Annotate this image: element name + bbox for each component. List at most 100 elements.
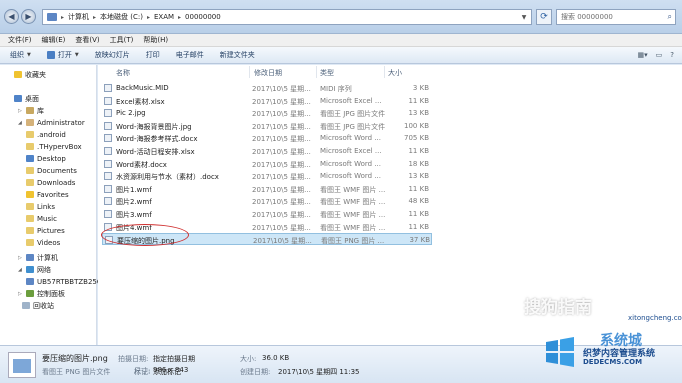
nav-folder-label: .android bbox=[37, 130, 66, 139]
file-row[interactable]: 图片3.wmf 2017\10\5 星期... 看图王 WMF 图片 ... 11 K… bbox=[102, 208, 432, 220]
nav-recycle-bin[interactable]: 回收站 bbox=[22, 300, 54, 311]
file-date: 2017\10\5 星期... bbox=[252, 122, 311, 131]
collapse-icon[interactable]: ◢ bbox=[18, 120, 23, 126]
new-folder-button[interactable]: 新建文件夹 bbox=[220, 50, 255, 60]
nav-favorites[interactable]: 收藏夹 bbox=[14, 69, 46, 80]
breadcrumb-local-disk[interactable]: 本地磁盘 (C:) bbox=[100, 12, 143, 22]
nav-network-pc[interactable]: UB57RTBBTZB25C bbox=[26, 276, 102, 287]
open-button[interactable]: 打开 ▼ bbox=[46, 50, 79, 60]
nav-network-pc-label: UB57RTBBTZB25C bbox=[37, 277, 102, 286]
nav-folder-videos[interactable]: Videos bbox=[26, 237, 60, 248]
details-date-taken-label: 拍摄日期: bbox=[118, 355, 149, 363]
nav-control-panel[interactable]: ▷ 控制面板 bbox=[18, 288, 65, 299]
file-name: Word素材.docx bbox=[116, 160, 167, 169]
column-divider[interactable] bbox=[316, 66, 317, 78]
nav-desktop[interactable]: 桌面 bbox=[14, 93, 39, 104]
file-list: 名称 修改日期 类型 大小 BackMusic.MID 2017\10\5 星期.… bbox=[98, 65, 682, 345]
file-row[interactable]: Excel素材.xlsx 2017\10\5 星期... Microsoft Exc… bbox=[102, 95, 432, 107]
nav-folder-downloads[interactable]: Downloads bbox=[26, 177, 75, 188]
menu-file[interactable]: 文件(F) bbox=[8, 35, 32, 45]
breadcrumb-folder[interactable]: 00000000 bbox=[185, 13, 221, 21]
file-row[interactable]: BackMusic.MID 2017\10\5 星期... MIDI 序列 3 KB bbox=[102, 82, 432, 94]
file-type: 看图王 WMF 图片 ... bbox=[320, 185, 386, 194]
nav-folder-music[interactable]: Music bbox=[26, 213, 57, 224]
file-date: 2017\10\5 星期... bbox=[252, 160, 311, 169]
file-row[interactable]: 要压缩的图片.png 2017\10\5 星期... 看图王 PNG 图片 ... 3… bbox=[102, 233, 432, 246]
search-input[interactable]: 搜索 00000000 ⌕ bbox=[556, 9, 676, 25]
email-button[interactable]: 电子邮件 bbox=[176, 50, 204, 60]
file-row[interactable]: Word-海报背景图片.jpg 2017\10\5 星期... 看图王 JPG 图片… bbox=[102, 120, 432, 132]
folder-icon bbox=[26, 227, 34, 234]
back-button[interactable]: ◀ bbox=[4, 9, 19, 24]
nav-folder-pictures[interactable]: Pictures bbox=[26, 225, 65, 236]
organize-button[interactable]: 组织 ▼ bbox=[10, 50, 31, 60]
file-row[interactable]: 图片2.wmf 2017\10\5 星期... 看图王 WMF 图片 ... 48 K… bbox=[102, 195, 432, 207]
view-options-icon[interactable]: ▦▾ bbox=[638, 51, 648, 59]
menu-edit[interactable]: 编辑(E) bbox=[42, 35, 66, 45]
details-date-taken-value[interactable]: 指定拍摄日期 bbox=[153, 354, 195, 364]
folder-icon bbox=[26, 215, 34, 222]
nav-folder-favorites[interactable]: Favorites bbox=[26, 189, 69, 200]
slideshow-button[interactable]: 放映幻灯片 bbox=[95, 50, 130, 60]
print-label: 打印 bbox=[145, 51, 160, 59]
nav-computer[interactable]: ▷ 计算机 bbox=[18, 252, 58, 263]
expand-icon[interactable]: ▷ bbox=[18, 291, 23, 297]
folder-icon bbox=[26, 203, 34, 210]
details-filetype: 看图王 PNG 图片文件 bbox=[42, 368, 111, 376]
nav-libraries-label: 库 bbox=[37, 106, 44, 115]
help-icon[interactable]: ? bbox=[670, 51, 674, 59]
column-header-date[interactable]: 修改日期 bbox=[254, 68, 282, 78]
image-icon bbox=[105, 236, 113, 245]
file-name: Word-海报参考样式.docx bbox=[116, 135, 198, 144]
nav-control-panel-label: 控制面板 bbox=[37, 289, 65, 298]
details-size-label: 大小: bbox=[240, 355, 257, 363]
file-row[interactable]: 图片1.wmf 2017\10\5 星期... 看图王 WMF 图片 ... 11 K… bbox=[102, 183, 432, 195]
nav-folder-thypervbox[interactable]: .THypervBox bbox=[26, 141, 82, 152]
nav-folder-android[interactable]: .android bbox=[26, 129, 66, 140]
nav-network[interactable]: ◢ 网络 bbox=[18, 264, 51, 275]
details-created-label: 创建日期: bbox=[240, 368, 271, 376]
watermark-xitong-url: xitongcheng.com bbox=[628, 314, 682, 322]
file-type: Microsoft Word ... bbox=[320, 172, 381, 181]
midi-icon bbox=[104, 84, 112, 92]
expand-icon[interactable]: ▷ bbox=[18, 108, 23, 114]
details-created-value: 2017\10\5 星期四 11:35 bbox=[278, 368, 360, 376]
nav-folder-label: Documents bbox=[37, 166, 77, 175]
nav-user[interactable]: ◢ Administrator bbox=[18, 117, 85, 128]
forward-button[interactable]: ▶ bbox=[21, 9, 36, 24]
refresh-button[interactable]: ⟳ bbox=[536, 9, 552, 25]
computer-icon bbox=[47, 13, 57, 21]
preview-pane-icon[interactable]: ▭ bbox=[656, 51, 663, 59]
menu-help[interactable]: 帮助(H) bbox=[143, 35, 168, 45]
nav-libraries[interactable]: ▷ 库 bbox=[18, 105, 44, 116]
file-row[interactable]: Word-活动日程安排.xlsx 2017\10\5 星期... Microsoft… bbox=[102, 145, 432, 157]
file-row[interactable]: Pic 2.jpg 2017\10\5 星期... 看图王 JPG 图片文件 13 K… bbox=[102, 107, 432, 119]
search-icon[interactable]: ⌕ bbox=[668, 12, 672, 22]
column-divider[interactable] bbox=[249, 66, 250, 78]
breadcrumb-computer[interactable]: 计算机 bbox=[68, 12, 89, 22]
file-row[interactable]: 水资源利用与节水（素材）.docx 2017\10\5 星期... Microsof… bbox=[102, 170, 432, 182]
menu-tools[interactable]: 工具(T) bbox=[110, 35, 134, 45]
nav-folder-links[interactable]: Links bbox=[26, 201, 55, 212]
file-date: 2017\10\5 星期... bbox=[252, 223, 311, 232]
star-icon bbox=[14, 71, 22, 78]
print-button[interactable]: 打印 bbox=[146, 50, 160, 60]
column-header-name[interactable]: 名称 bbox=[116, 68, 130, 78]
address-bar[interactable]: ▸ 计算机 ▸ 本地磁盘 (C:) ▸ EXAM ▸ 00000000 ▼ bbox=[42, 9, 532, 25]
menu-view[interactable]: 查看(V) bbox=[75, 35, 99, 45]
breadcrumb-exam[interactable]: EXAM bbox=[154, 13, 174, 21]
column-header-size[interactable]: 大小 bbox=[388, 68, 402, 78]
file-row[interactable]: Word-海报参考样式.docx 2017\10\5 星期... Microsoft… bbox=[102, 132, 432, 144]
slideshow-label: 放映幻灯片 bbox=[94, 51, 130, 59]
column-header-type[interactable]: 类型 bbox=[320, 68, 334, 78]
file-date: 2017\10\5 星期... bbox=[252, 198, 311, 207]
title-bar: ◀ ▶ ▸ 计算机 ▸ 本地磁盘 (C:) ▸ EXAM ▸ 00000000 … bbox=[0, 0, 682, 34]
collapse-icon[interactable]: ◢ bbox=[18, 267, 23, 273]
chevron-down-icon[interactable]: ▼ bbox=[517, 14, 531, 21]
expand-icon[interactable]: ▷ bbox=[18, 255, 23, 261]
nav-folder-documents[interactable]: Documents bbox=[26, 165, 77, 176]
nav-folder-desktop[interactable]: Desktop bbox=[26, 153, 66, 164]
file-row[interactable]: 图片4.wmf 2017\10\5 星期... 看图王 WMF 图片 ... 11 K… bbox=[102, 221, 432, 233]
file-row[interactable]: Word素材.docx 2017\10\5 星期... Microsoft Word… bbox=[102, 158, 432, 170]
column-divider[interactable] bbox=[384, 66, 385, 78]
